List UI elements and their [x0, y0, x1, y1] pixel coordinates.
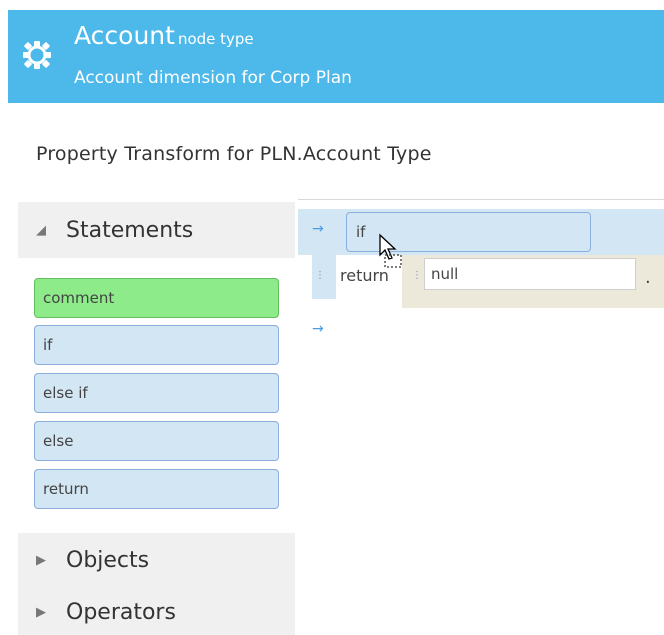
drop-arrow-icon: → [312, 321, 324, 337]
statement-return[interactable]: return [34, 469, 279, 509]
statements-label: Statements [66, 217, 194, 243]
gear-icon [23, 41, 51, 69]
page-title: Property Transform for PLN.Account Type [36, 143, 432, 165]
node-type-header: Account node type Account dimension for C… [8, 10, 664, 103]
expand-triangle-icon: ▶ [36, 552, 46, 568]
node-type-suffix: node type [177, 30, 254, 48]
statement-terminator: . [645, 267, 651, 288]
objects-panel-header[interactable]: ▶ Objects [18, 533, 295, 587]
operators-label: Operators [66, 599, 176, 625]
node-type-title: Account node type [74, 20, 254, 55]
operators-panel-header[interactable]: ▶ Operators [18, 587, 295, 635]
drop-arrow-icon: → [312, 221, 324, 237]
objects-label: Objects [66, 547, 150, 573]
expand-triangle-icon: ▶ [36, 604, 46, 620]
statement-else[interactable]: else [34, 421, 279, 461]
transform-canvas[interactable]: → if ⋮ return ⋮ null . → [298, 199, 664, 635]
statement-if[interactable]: if [34, 325, 279, 365]
palette-sidebar: ◢ Statements comment if else if else ret… [18, 199, 295, 635]
statements-panel-header[interactable]: ◢ Statements [18, 202, 295, 258]
canvas-divider [298, 199, 664, 200]
drag-handle-icon[interactable]: ⋮ [315, 270, 325, 281]
drag-cursor-icon [379, 233, 402, 268]
collapse-triangle-icon: ◢ [36, 222, 46, 238]
drag-handle-icon[interactable]: ⋮ [412, 270, 422, 281]
return-value-input[interactable]: null [424, 258, 636, 290]
node-type-description: Account dimension for Corp Plan [74, 68, 352, 88]
statement-else-if[interactable]: else if [34, 373, 279, 413]
statements-list: comment if else if else return [18, 258, 295, 533]
node-name: Account [74, 21, 175, 50]
statement-comment[interactable]: comment [34, 278, 279, 318]
